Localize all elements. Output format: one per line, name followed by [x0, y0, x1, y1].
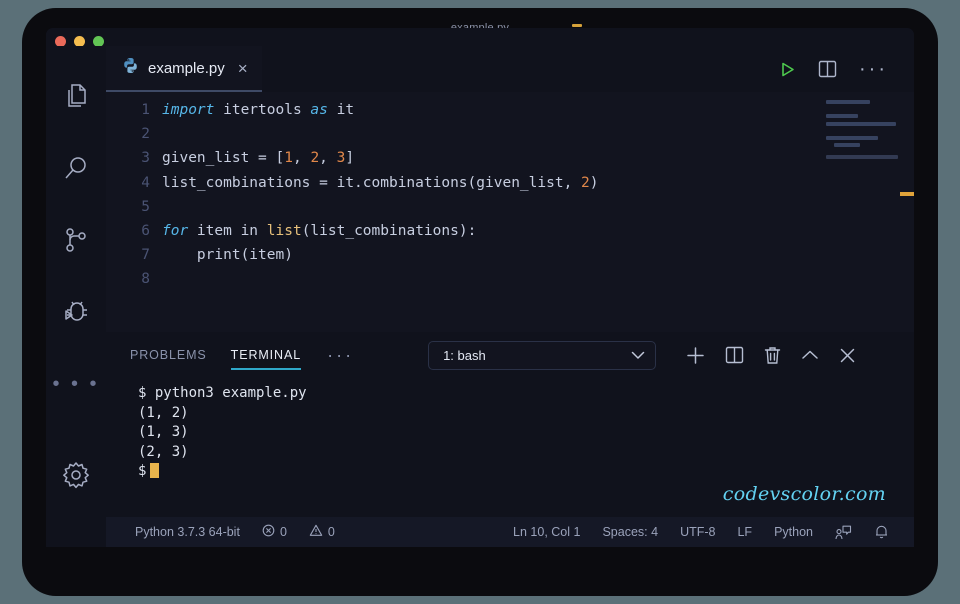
activity-bar: • • •	[46, 46, 106, 547]
line-number: 5	[106, 195, 162, 219]
chevron-down-icon	[631, 348, 645, 363]
bell-icon[interactable]	[863, 524, 900, 540]
code-line: 6for item in list(list_combinations):	[106, 219, 914, 243]
line-number: 2	[106, 122, 162, 146]
ellipsis-icon[interactable]: ···	[313, 351, 368, 359]
tab-label: example.py	[148, 60, 225, 77]
split-icon[interactable]	[725, 346, 744, 364]
status-errors[interactable]: 0	[251, 524, 298, 540]
line-number: 4	[106, 171, 162, 195]
code-line: 4list_combinations = it.combinations(giv…	[106, 171, 914, 195]
status-label: LF	[737, 525, 752, 539]
vscode-window: • • •	[46, 28, 914, 547]
code-line: 3given_list = [1, 2, 3]	[106, 146, 914, 170]
terminal-line: (1, 3)	[138, 423, 914, 443]
terminal-prompt-line: $	[138, 462, 914, 482]
editor-actions: ···	[779, 46, 914, 92]
terminal-prompt: $	[138, 463, 146, 479]
panel: PROBLEMS TERMINAL ··· 1: bash	[106, 332, 914, 517]
terminal-line: (2, 3)	[138, 443, 914, 463]
code-line: 2	[106, 122, 914, 146]
status-label: Python	[774, 525, 813, 539]
status-eol[interactable]: LF	[726, 525, 763, 539]
tab-terminal[interactable]: TERMINAL	[219, 332, 313, 378]
code-text: print(item)	[162, 243, 293, 267]
status-warnings[interactable]: 0	[298, 524, 346, 540]
errors-count-label: 0	[280, 525, 287, 539]
ellipsis-icon[interactable]: ···	[859, 65, 888, 73]
status-language-mode[interactable]: Python	[763, 525, 824, 539]
code-line: 1import itertools as it	[106, 98, 914, 122]
split-editor-icon[interactable]	[818, 60, 837, 78]
source-control-icon[interactable]	[46, 204, 106, 276]
close-icon[interactable]: ×	[238, 60, 248, 77]
warning-triangle-icon	[309, 524, 323, 540]
code-content: 1import itertools as it23given_list = [1…	[106, 92, 914, 292]
error-circle-icon	[262, 524, 275, 540]
minimap[interactable]	[826, 100, 898, 159]
python-icon	[122, 57, 139, 79]
titlebar	[46, 28, 914, 46]
tab-example-py[interactable]: example.py ×	[106, 46, 262, 92]
terminal-cursor	[150, 463, 159, 478]
search-icon[interactable]	[46, 132, 106, 204]
line-number: 6	[106, 219, 162, 243]
panel-header: PROBLEMS TERMINAL ··· 1: bash	[106, 332, 914, 378]
editor-group: example.py × ···	[106, 46, 914, 547]
feedback-icon[interactable]	[824, 525, 863, 540]
tab-bar: example.py × ···	[106, 46, 914, 92]
code-line: 7 print(item)	[106, 243, 914, 267]
status-indentation[interactable]: Spaces: 4	[591, 525, 669, 539]
warnings-count-label: 0	[328, 525, 335, 539]
close-icon[interactable]	[839, 347, 856, 364]
status-label: Python 3.7.3 64-bit	[135, 525, 240, 539]
status-label: UTF-8	[680, 525, 715, 539]
status-label: Spaces: 4	[602, 525, 658, 539]
trash-icon[interactable]	[764, 346, 781, 365]
terminal-line: (1, 2)	[138, 404, 914, 424]
status-cursor-position[interactable]: Ln 10, Col 1	[502, 525, 591, 539]
code-text: list_combinations = it.combinations(give…	[162, 171, 599, 195]
panel-actions	[686, 346, 856, 365]
code-line: 5	[106, 195, 914, 219]
debug-icon[interactable]	[46, 276, 106, 348]
line-number: 8	[106, 267, 162, 291]
code-text: for item in list(list_combinations):	[162, 219, 476, 243]
terminal-line: $ python3 example.py	[138, 384, 914, 404]
code-editor[interactable]: 1import itertools as it23given_list = [1…	[106, 92, 914, 332]
code-text: import itertools as it	[162, 98, 354, 122]
line-number: 1	[106, 98, 162, 122]
terminal-selector-value: 1: bash	[443, 348, 486, 363]
status-label: Ln 10, Col 1	[513, 525, 580, 539]
line-number: 7	[106, 243, 162, 267]
plus-icon[interactable]	[686, 346, 705, 365]
gear-icon[interactable]	[46, 439, 106, 511]
ellipsis-icon[interactable]: • • •	[46, 348, 106, 420]
terminal-output[interactable]: $ python3 example.py(1, 2)(1, 3)(2, 3) $…	[106, 378, 914, 517]
code-text: given_list = [1, 2, 3]	[162, 146, 354, 170]
title-modified-marker	[572, 24, 582, 27]
watermark: codevscolor.com	[723, 485, 886, 505]
workbench: • • •	[46, 46, 914, 547]
terminal-selector[interactable]: 1: bash	[428, 341, 656, 370]
files-icon[interactable]	[46, 60, 106, 132]
code-line: 8	[106, 267, 914, 291]
status-bar: Python 3.7.3 64-bit 0	[106, 517, 914, 547]
status-python-interpreter[interactable]: Python 3.7.3 64-bit	[124, 525, 251, 539]
scrollbar-marker	[900, 192, 914, 196]
run-triangle-icon[interactable]	[779, 61, 796, 78]
line-number: 3	[106, 146, 162, 170]
chevron-up-icon[interactable]	[801, 349, 819, 361]
status-encoding[interactable]: UTF-8	[669, 525, 726, 539]
tab-problems[interactable]: PROBLEMS	[118, 332, 219, 378]
